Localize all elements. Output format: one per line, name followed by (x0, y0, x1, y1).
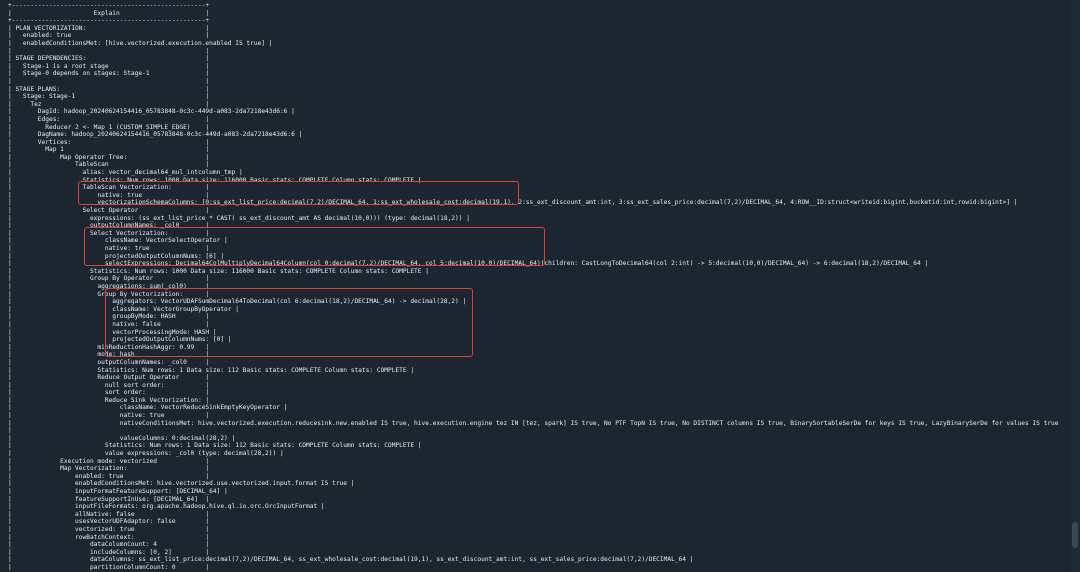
output-line: | (8, 427, 12, 435)
output-line: | Stage-1 is a root stage | (8, 62, 210, 70)
output-line: | Reducer 2 <- Map 1 (CUSTOM_SIMPLE_EDGE… (8, 123, 210, 131)
groupby-vectorization-highlight (105, 288, 473, 357)
output-line: | null sort order: | (8, 381, 210, 389)
output-line: | Execution mode: vectorized | (8, 457, 210, 465)
output-line: | sort order: | (8, 389, 210, 397)
output-line: | expressions: (ss_ext_list_price * CAST… (8, 214, 470, 222)
output-line: | featureSupportInUse: [DECIMAL_64] | (8, 495, 210, 503)
output-line: | DagId: hadoop_20240624154416_05783848-… (8, 108, 295, 116)
output-line: | includeColumns: [0, 2] | (8, 548, 210, 556)
vertical-scrollbar[interactable] (1070, 0, 1080, 572)
output-line: | Vertices: | (8, 138, 210, 146)
output-line: | Map Vectorization: | (8, 465, 210, 473)
output-line: | allNative: false | (8, 510, 210, 518)
output-line: | nativeConditionsMet: hive.vectorized.e… (8, 419, 1059, 427)
output-line: | Map 1 | (8, 146, 210, 154)
output-line: | STAGE DEPENDENCIES: | (8, 55, 210, 63)
output-line: | Tez | (8, 100, 210, 108)
select-vectorization-highlight (84, 227, 545, 266)
output-line: | Reduce Output Operator | (8, 374, 210, 382)
output-line: | Stage-0 depends on stages: Stage-1 | (8, 70, 210, 78)
output-line: | Stage: Stage-1 | (8, 93, 210, 101)
output-line: | valueColumns: 0:decimal(28,2) | (8, 434, 236, 442)
output-line: +---------------------------------------… (8, 17, 210, 25)
output-line: +---------------------------------------… (8, 2, 210, 9)
output-line: | enabledConditionsMet: hive.vectorized.… (8, 480, 355, 488)
output-line: | className: VectorReduceSinkEmptyKeyOpe… (8, 404, 288, 412)
output-line: | enabled: true | (8, 32, 210, 40)
output-line: | dataColumns: ss_ext_list_price:decimal… (8, 556, 694, 564)
explain-output: +---------------------------------------… (8, 2, 1059, 572)
output-line: | partitionColumnCount: 0 | (8, 563, 210, 571)
scrollbar-thumb[interactable] (1072, 522, 1078, 548)
output-line: | TableScan | (8, 161, 210, 169)
tablescan-vectorization-highlight (78, 181, 519, 205)
output-line: | Statistics: Num rows: 1 Data size: 112… (8, 366, 415, 374)
terminal-window[interactable]: +---------------------------------------… (0, 0, 1080, 572)
output-line: | native: true | (8, 412, 210, 420)
output-line: | dataColumnCount: 4 | (8, 541, 210, 549)
output-line: | enabled: true | (8, 472, 210, 480)
output-line: | Group By Operator | (8, 275, 210, 283)
output-line: | Statistics: Num rows: 1 Data size: 112… (8, 442, 422, 450)
output-line: | inputFormatFeatureSupport: [DECIMAL_64… (8, 488, 228, 495)
output-line: | vectorized: true | (8, 525, 210, 533)
output-line: | Statistics: Num rows: 1000 Data size: … (8, 267, 429, 275)
output-line: | | (8, 77, 210, 85)
output-line: | usesVectorUDFAdaptor: false | (8, 518, 210, 526)
output-line: | DagName: hadoop_20240624154416_0578384… (8, 131, 303, 139)
output-line: | Select Operator | (8, 207, 210, 215)
output-line: | Edges: | (8, 115, 210, 123)
output-line: | outputColumnNames: _col0 | (8, 358, 210, 366)
output-line: | PLAN VECTORIZATION: | (8, 24, 210, 32)
output-line: | alias: vector_decimal64_mul_intcolumn_… (8, 169, 243, 177)
output-line: | rowBatchContext: | (8, 533, 210, 541)
output-line: | Reduce Sink Vectorization: | (8, 396, 210, 404)
output-line: | | (8, 47, 210, 55)
output-line: | Map Operator Tree: | (8, 153, 210, 161)
output-line: | STAGE PLANS: | (8, 85, 210, 93)
output-line: | enabledConditionsMet: [hive.vectorized… (8, 39, 273, 47)
output-line: | Explain | (8, 9, 210, 17)
output-line: | inputFileFormats: org.apache.hadoop.hi… (8, 503, 325, 511)
output-line: | value expressions: _col0 (type: decima… (8, 450, 284, 458)
